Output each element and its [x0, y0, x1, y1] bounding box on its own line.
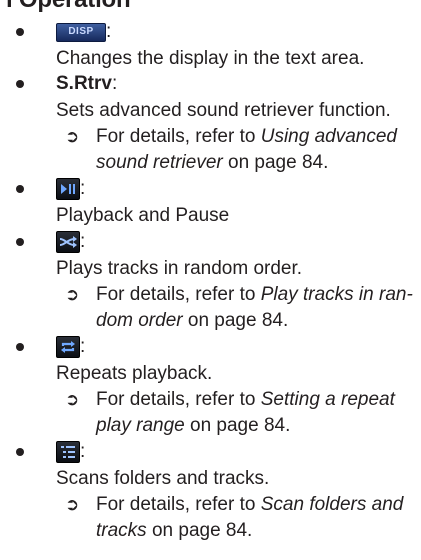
repeat-icon — [56, 336, 80, 358]
bullet — [16, 238, 24, 246]
reference-prefix: For details, refer to — [96, 494, 261, 515]
item-shuffle-reference-line2: dom order on page 84. — [96, 309, 288, 333]
item-srtrv-description: Sets advanced sound retriever function. — [56, 100, 391, 121]
title-colon: : — [111, 73, 118, 94]
title-colon: : — [80, 441, 86, 462]
item-shuffle-reference-line1: For details, refer to Play tracks in ran… — [96, 283, 413, 307]
item-repeat-description: Repeats playback. — [56, 363, 213, 384]
bullet — [16, 448, 24, 456]
title-colon: : — [80, 231, 86, 252]
item-repeat-reference-line2: play range on page 84. — [96, 414, 290, 438]
reference-link-text[interactable]: Setting a repeat — [261, 389, 395, 410]
reference-link-text[interactable]: sound retriever — [96, 152, 223, 173]
reference-page: on page 84. — [184, 415, 291, 436]
bullet — [16, 185, 24, 193]
reference-link-text[interactable]: tracks — [96, 520, 147, 541]
item-shuffle-description: Plays tracks in random order. — [56, 258, 303, 279]
bullet — [16, 343, 24, 351]
item-scan-reference-line1: For details, refer to Scan folders and — [96, 493, 403, 517]
item-repeat-title: : — [56, 335, 85, 359]
item-scan-description: Scans folders and tracks. — [56, 468, 270, 489]
reference-link-text[interactable]: Play tracks in ran- — [261, 284, 413, 305]
reference-prefix: For details, refer to — [96, 389, 261, 410]
reference-link-text[interactable]: dom order — [96, 310, 183, 331]
shuffle-icon — [56, 231, 80, 253]
reference-page: on page 84. — [222, 152, 329, 173]
reference-page: on page 84. — [182, 310, 289, 331]
section-heading: ı Operation — [6, 0, 131, 14]
bullet — [16, 28, 24, 36]
item-srtrv-title: S.Rtrv: — [56, 72, 117, 96]
play-pause-icon — [56, 178, 80, 200]
reference-arrow-icon: ➲ — [65, 390, 80, 409]
item-playpause-description: Playback and Pause — [56, 205, 230, 226]
item-srtrv-reference-line1: For details, refer to Using advanced — [96, 125, 397, 149]
item-disp-description: Changes the display in the text area. — [56, 48, 365, 69]
reference-prefix: For details, refer to — [96, 284, 261, 305]
item-scan-title: : — [56, 440, 85, 464]
reference-arrow-icon: ➲ — [65, 127, 80, 146]
reference-arrow-icon: ➲ — [65, 285, 80, 304]
item-disp-title: DISP : — [56, 20, 111, 44]
title-colon: : — [106, 21, 112, 42]
title-colon: : — [80, 336, 86, 357]
reference-arrow-icon: ➲ — [65, 495, 80, 514]
bullet — [16, 80, 24, 88]
reference-page: on page 84. — [146, 520, 253, 541]
item-srtrv-label: S.Rtrv — [56, 73, 112, 94]
item-scan-reference-line2: tracks on page 84. — [96, 519, 252, 543]
reference-prefix: For details, refer to — [96, 126, 261, 147]
reference-link-text[interactable]: Scan folders and — [261, 494, 404, 515]
disp-button-icon: DISP — [56, 22, 106, 42]
item-playpause-title: : — [56, 177, 85, 201]
reference-link-text[interactable]: Using advanced — [261, 126, 397, 147]
manual-page: ı Operation DISP : Changes the display i… — [0, 0, 421, 560]
reference-link-text[interactable]: play range — [96, 415, 185, 436]
item-srtrv-reference-line2: sound retriever on page 84. — [96, 151, 328, 175]
title-colon: : — [80, 178, 86, 199]
item-repeat-reference-line1: For details, refer to Setting a repeat — [96, 388, 395, 412]
item-shuffle-title: : — [56, 230, 85, 254]
scan-list-icon — [56, 441, 80, 463]
